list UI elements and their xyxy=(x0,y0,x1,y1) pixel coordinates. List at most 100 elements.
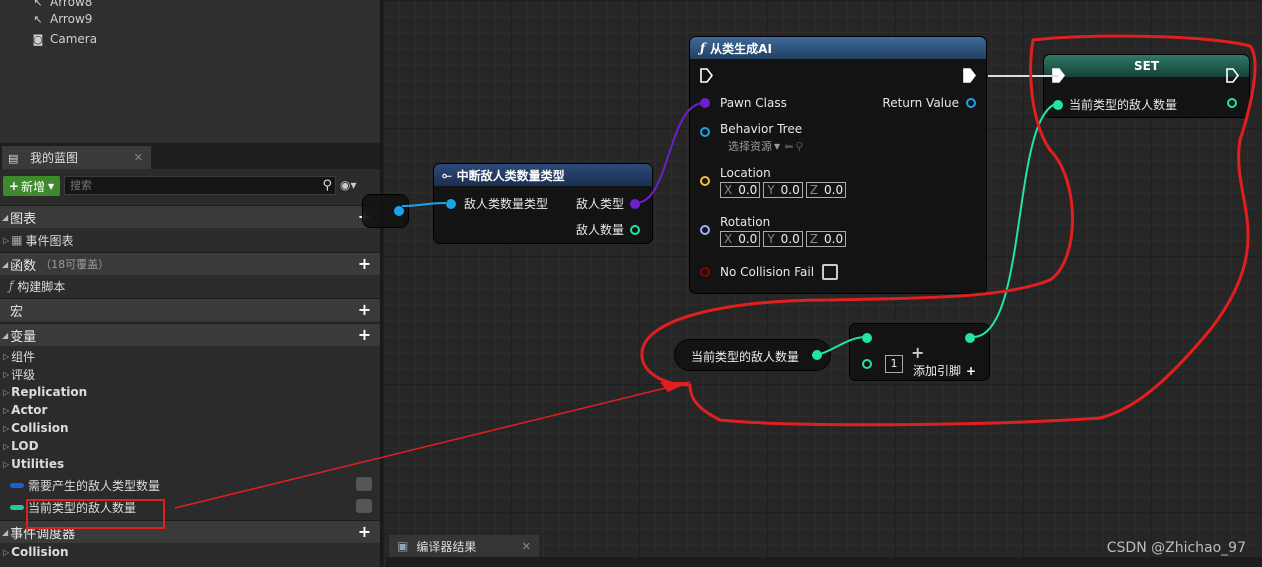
category-label: Collision xyxy=(11,545,69,559)
set-variable-node[interactable]: SET 当前类型的敌人数量 xyxy=(1044,55,1249,117)
add-variable-icon[interactable]: + xyxy=(357,327,372,343)
add-output-pin[interactable] xyxy=(965,333,975,343)
pin-no-collision-fail[interactable]: No Collision Fail xyxy=(700,264,839,280)
add-new-button[interactable]: + 新增 ▼ xyxy=(3,176,60,196)
rotation-x-field[interactable]: X 0.0 xyxy=(720,231,761,247)
pin-label: Location xyxy=(720,166,771,180)
pin-enemy-count[interactable]: 敌人数量 xyxy=(576,221,640,238)
category-label: Actor xyxy=(11,403,48,417)
tab-compiler-results[interactable]: ▣ 编译器结果 ✕ xyxy=(389,535,539,557)
pin-behavior-tree[interactable]: Behavior Tree 选择资源 ▼ ⬅ ⚲ xyxy=(700,122,803,154)
my-blueprint-toolbar: + 新增 ▼ 搜索 ⚲ ◉▾ xyxy=(0,172,380,200)
var-category-actor[interactable]: ▷ Actor xyxy=(0,401,380,419)
add-pin-button[interactable]: 添加引脚 + xyxy=(913,362,976,379)
var-category-rating[interactable]: ▷ 评级 xyxy=(0,365,380,383)
pin-rotation[interactable]: Rotation X 0.0 Y 0.0 Z 0.0 xyxy=(700,215,849,247)
exec-input-pin[interactable] xyxy=(700,68,714,86)
visibility-toggle-icon[interactable] xyxy=(356,499,372,513)
getter-output-pin[interactable] xyxy=(812,350,822,360)
pin-return-value[interactable]: Return Value xyxy=(882,96,976,110)
set-output-pin[interactable] xyxy=(1227,98,1237,108)
no-collision-fail-checkbox[interactable] xyxy=(822,264,839,280)
visibility-toggle-icon[interactable] xyxy=(356,477,372,491)
view-options-button[interactable]: ◉▾ xyxy=(340,178,357,192)
exec-output-pin[interactable] xyxy=(1226,68,1240,86)
section-functions[interactable]: ◢ 函数 （18可覆盖） + xyxy=(0,252,380,275)
axis-label: X xyxy=(724,183,733,197)
pin-label: Pawn Class xyxy=(720,96,787,110)
pin-label: 敌人类型 xyxy=(575,197,624,211)
pin-enum-input[interactable]: 敌人类数量类型 xyxy=(446,195,548,212)
switch-icon: ⟜ xyxy=(442,167,452,182)
pin-location[interactable]: Location X 0.0 Y 0.0 Z 0.0 xyxy=(700,166,849,198)
pin-pawn-class[interactable]: Pawn Class xyxy=(700,96,787,110)
add-macro-icon[interactable]: + xyxy=(357,302,372,318)
section-variables[interactable]: ◢ 变量 + xyxy=(0,323,380,346)
expand-arrow-icon: ▷ xyxy=(3,441,10,451)
switch-node[interactable]: ⟜ 中断敌人类数量类型 敌人类数量类型 敌人类型 敌人数量 xyxy=(434,164,652,243)
expand-arrow-icon: ▷ xyxy=(3,369,10,379)
rotation-y-field[interactable]: Y 0.0 xyxy=(763,231,803,247)
exec-output-pin[interactable] xyxy=(963,68,977,86)
rotation-z-field[interactable]: Z 0.0 xyxy=(805,231,847,247)
pin-enemy-type[interactable]: 敌人类型 xyxy=(576,195,640,212)
expand-arrow-icon: ▷ xyxy=(3,405,10,415)
var-category-utilities[interactable]: ▷ Utilities xyxy=(0,455,380,473)
use-selected-icon[interactable]: ⬅ xyxy=(784,140,793,153)
plus-icon: + xyxy=(966,363,977,378)
section-label: 函数 xyxy=(10,258,37,274)
pin-dot xyxy=(446,198,456,209)
browse-icon[interactable]: ⚲ xyxy=(795,140,803,153)
output-pin[interactable] xyxy=(394,206,404,216)
tab-my-blueprint[interactable]: ▤ 我的蓝图 ✕ xyxy=(2,146,151,169)
pin-set-value[interactable]: 当前类型的敌人数量 xyxy=(1053,96,1177,113)
chevron-down-icon: ▼ xyxy=(47,181,55,191)
category-label: Collision xyxy=(11,421,69,435)
add-dispatcher-icon[interactable]: + xyxy=(357,524,372,540)
add-input-pin-a[interactable] xyxy=(862,333,872,343)
node-title: SET xyxy=(1133,59,1160,73)
pin-label: 当前类型的敌人数量 xyxy=(1069,98,1178,112)
section-label: 宏 xyxy=(10,304,24,320)
component-arrow9[interactable]: ↖ Arrow9 xyxy=(30,10,92,28)
field-value: 0.0 xyxy=(821,232,846,246)
expand-arrow-icon: ▷ xyxy=(3,423,10,433)
location-x-field[interactable]: X 0.0 xyxy=(720,182,761,198)
field-value: 0.0 xyxy=(821,183,846,197)
add-input-pin-b[interactable] xyxy=(862,359,872,369)
var-category-lod[interactable]: ▷ LOD xyxy=(0,437,380,455)
variable-enemy-type-count[interactable]: 需要产生的敌人类型数量 xyxy=(0,476,380,494)
var-category-replication[interactable]: ▷ Replication xyxy=(0,383,380,401)
section-macros[interactable]: 宏 + xyxy=(0,298,380,321)
list-item-event-graph[interactable]: ▷ ▦ 事件图表 xyxy=(0,231,380,249)
variable-type-icon xyxy=(10,482,24,488)
node-title: 中断敌人类数量类型 xyxy=(456,168,565,183)
close-icon[interactable]: ✕ xyxy=(134,151,143,164)
variable-label: 需要产生的敌人类型数量 xyxy=(28,478,161,493)
location-y-field[interactable]: Y 0.0 xyxy=(763,182,803,198)
section-graphs[interactable]: ◢ 图表 + xyxy=(0,205,380,228)
component-camera[interactable]: ◙ Camera xyxy=(30,30,97,48)
asset-picker[interactable]: 选择资源 ▼ ⬅ ⚲ xyxy=(720,138,803,154)
offscreen-node[interactable] xyxy=(363,195,408,227)
add-pin-label: 添加引脚 xyxy=(913,364,962,378)
field-value: 0.0 xyxy=(777,232,802,246)
dispatcher-category-collision[interactable]: ▷ Collision xyxy=(0,543,380,561)
field-value: 0.0 xyxy=(777,183,802,197)
add-node[interactable]: 1 + 添加引脚 + xyxy=(850,324,989,380)
var-category-collision[interactable]: ▷ Collision xyxy=(0,419,380,437)
spawn-ai-node[interactable]: ƒ 从类生成AI Pawn Class Return Value Behavio… xyxy=(690,37,986,293)
variable-getter-node[interactable]: 当前类型的敌人数量 xyxy=(675,340,830,370)
add-function-icon[interactable]: + xyxy=(357,256,372,272)
list-item-construction-script[interactable]: ƒ 构建脚本 xyxy=(0,277,380,295)
var-category-components[interactable]: ▷ 组件 xyxy=(0,347,380,365)
search-input[interactable]: 搜索 ⚲ xyxy=(64,176,336,195)
arrow-icon: ↖ xyxy=(33,12,43,26)
exec-input-pin[interactable] xyxy=(1052,68,1066,86)
blueprint-graph-canvas[interactable]: ⟜ 中断敌人类数量类型 敌人类数量类型 敌人类型 敌人数量 ƒ 从类生成AI P… xyxy=(363,0,1262,567)
add-input-value-field[interactable]: 1 xyxy=(885,355,903,373)
close-icon[interactable]: ✕ xyxy=(522,540,531,553)
tab-label: 编译器结果 xyxy=(416,539,477,554)
location-z-field[interactable]: Z 0.0 xyxy=(805,182,847,198)
axis-label: X xyxy=(724,232,733,246)
